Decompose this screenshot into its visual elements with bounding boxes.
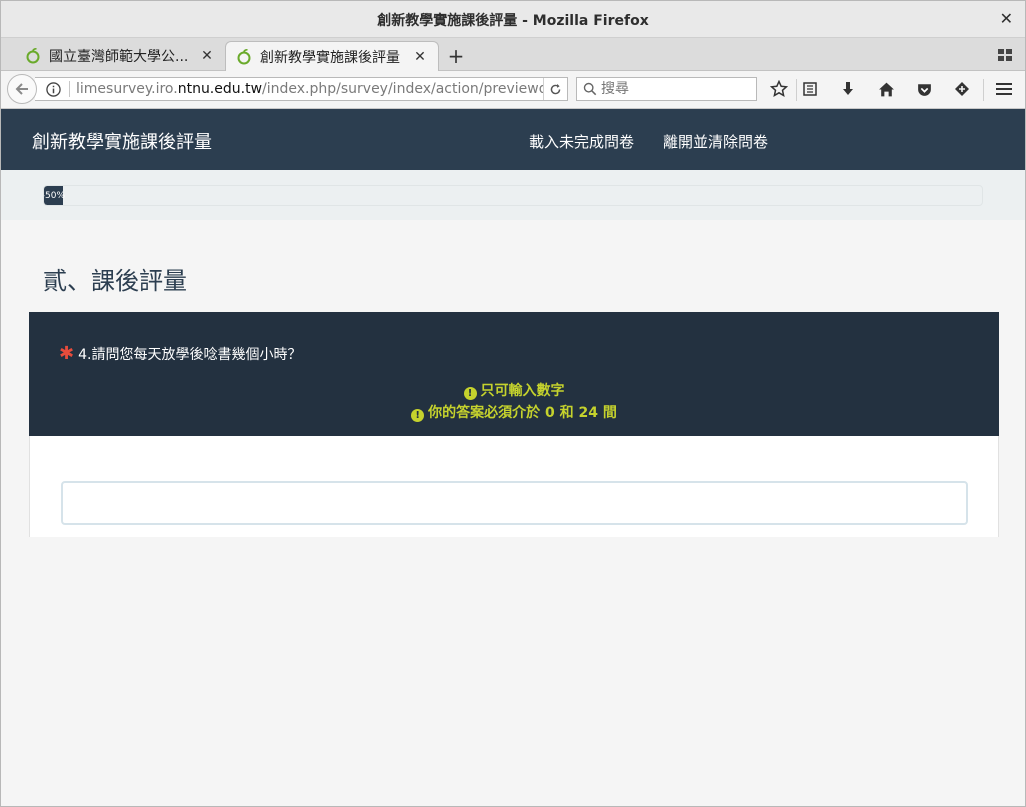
download-icon[interactable] [839, 80, 857, 98]
search-input[interactable] [601, 81, 756, 97]
tab-label: 國立臺灣師範大學公... [49, 49, 189, 65]
tab-list-icon[interactable] [997, 47, 1013, 63]
url-bar[interactable]: limesurvey.iro.ntnu.edu.tw/index.php/sur… [35, 77, 568, 101]
tab-bar: 國立臺灣師範大學公... ✕ 創新教學實施課後評量 ✕ + [1, 38, 1025, 71]
tab-course-evaluation[interactable]: 創新教學實施課後評量 ✕ [225, 41, 439, 71]
load-unfinished-link[interactable]: 載入未完成問卷 [529, 131, 634, 152]
window-close-button[interactable]: ✕ [1000, 9, 1013, 28]
browser-window: 創新教學實施課後評量 - Mozilla Firefox ✕ 國立臺灣師範大學公… [0, 0, 1026, 807]
toolbar-separator [983, 79, 984, 101]
exit-clear-link[interactable]: 離開並清除問卷 [663, 131, 768, 152]
new-tab-button[interactable]: + [445, 44, 467, 68]
reload-icon[interactable] [543, 78, 567, 100]
window-title: 創新教學實施課後評量 - Mozilla Firefox [377, 13, 649, 29]
title-bar: 創新教學實施課後評量 - Mozilla Firefox ✕ [1, 1, 1025, 38]
answer-box [29, 436, 999, 537]
tab-ntnu-survey[interactable]: 國立臺灣師範大學公... ✕ [15, 41, 225, 71]
hours-input[interactable] [61, 481, 968, 525]
bookmark-star-icon[interactable] [770, 80, 788, 98]
tip-range: ! 你的答案必須介於 0 和 24 間 [29, 402, 999, 424]
tab-close-button[interactable]: ✕ [199, 48, 215, 64]
back-button[interactable] [7, 74, 37, 104]
url-separator [69, 81, 70, 97]
page-content: 創新教學實施課後評量 載入未完成問卷 離開並清除問卷 -50% 貳、課後評量 ✱… [1, 109, 1025, 806]
search-bar[interactable] [576, 77, 757, 101]
limesurvey-favicon-icon [26, 48, 40, 64]
search-icon [583, 82, 597, 96]
progress-section: -50% [1, 170, 1025, 220]
limesurvey-favicon-icon [237, 48, 251, 64]
share-icon[interactable] [953, 80, 971, 98]
hamburger-menu-icon[interactable] [995, 80, 1013, 98]
exclamation-icon: ! [411, 409, 425, 422]
tab-close-button[interactable]: ✕ [412, 49, 428, 65]
reading-list-icon[interactable] [801, 80, 819, 98]
question-box: ✱ 4.請問您每天放學後唸書幾個小時？ ! 只可輸入數字 ! 你的答案必須介於 0 … [29, 312, 999, 436]
progress-fill: -50% [44, 186, 65, 205]
question-text: 4.請問您每天放學後唸書幾個小時？ [78, 347, 302, 363]
survey-header: 創新教學實施課後評量 載入未完成問卷 離開並清除問卷 [1, 109, 1025, 170]
toolbar-separator [796, 79, 797, 101]
validation-tips: ! 只可輸入數字 ! 你的答案必須介於 0 和 24 間 [29, 380, 999, 424]
tip-numbers-only: ! 只可輸入數字 [29, 380, 999, 402]
back-arrow-icon [15, 83, 28, 95]
group-title: 貳、課後評量 [43, 267, 187, 295]
question-text-row: ✱ 4.請問您每天放學後唸書幾個小時？ [59, 344, 301, 364]
required-asterisk-icon: ✱ [59, 343, 75, 364]
tab-label: 創新教學實施課後評量 [260, 49, 400, 66]
url-text[interactable]: limesurvey.iro.ntnu.edu.tw/index.php/sur… [76, 81, 543, 97]
info-icon[interactable] [43, 81, 63, 97]
pocket-icon[interactable] [915, 80, 933, 98]
survey-title[interactable]: 創新教學實施課後評量 [32, 128, 212, 154]
navigation-toolbar: limesurvey.iro.ntnu.edu.tw/index.php/sur… [1, 71, 1025, 109]
progress-bar: -50% [43, 185, 983, 206]
home-icon[interactable] [877, 80, 895, 98]
exclamation-icon: ! [463, 387, 477, 400]
